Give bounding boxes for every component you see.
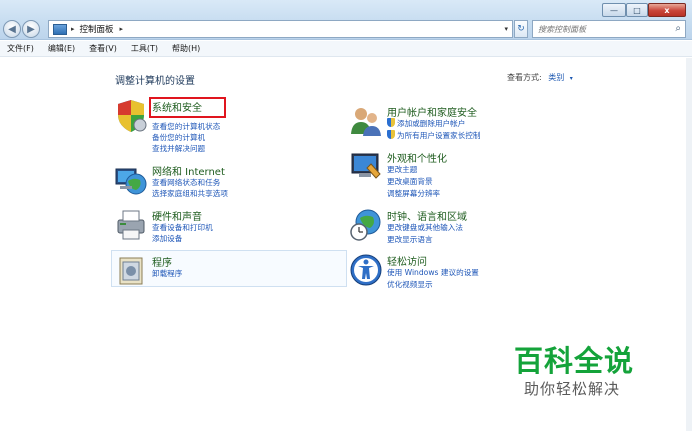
category-programs: 程序 卸载程序: [112, 254, 344, 294]
search-input[interactable]: [538, 24, 666, 34]
link-view-computer-status[interactable]: 查看您的计算机状态: [152, 121, 220, 132]
category-title[interactable]: 用户帐户和家庭安全: [387, 104, 477, 119]
watermark-logo: 百科全说: [514, 344, 635, 378]
refresh-button[interactable]: ↻: [514, 20, 528, 38]
window-controls: — □ x: [602, 3, 686, 17]
link-network-status[interactable]: 查看网络状态和任务: [152, 177, 220, 188]
users-icon: [351, 108, 381, 136]
accessibility-icon: [350, 254, 382, 286]
category-system-security: 系统和安全 查看您的计算机状态 备份您的计算机 查找并解决问题: [112, 99, 344, 153]
watermark-tagline: 助你轻松解决: [524, 380, 621, 398]
maximize-button[interactable]: □: [626, 3, 648, 17]
highlight-box: [149, 97, 226, 118]
breadcrumb-separator[interactable]: ▸: [71, 25, 75, 33]
category-hardware: 硬件和声音 查看设备和打印机 添加设备: [112, 208, 344, 248]
menu-bar: 文件(F) 编辑(E) 查看(V) 工具(T) 帮助(H): [0, 41, 692, 57]
menu-tools[interactable]: 工具(T): [131, 43, 158, 54]
category-appearance: 外观和个性化 更改主题 更改桌面背景 调整屏幕分辨率: [347, 150, 579, 198]
menu-edit[interactable]: 编辑(E): [48, 43, 75, 54]
network-globe-icon: [115, 168, 147, 195]
back-button[interactable]: ◀: [3, 20, 21, 38]
programs-box-icon: [119, 257, 143, 285]
arrow-right-icon: ▶: [27, 23, 35, 35]
clock-globe-icon: [350, 209, 381, 241]
breadcrumb-control-panel[interactable]: 控制面板: [80, 23, 114, 35]
view-by: 查看方式: 类别 ▾: [507, 72, 573, 83]
category-title[interactable]: 时钟、语言和区域: [387, 208, 467, 223]
category-user-accounts: 用户帐户和家庭安全 添加或删除用户帐户 为所有用户设置家长控制: [347, 104, 579, 144]
category-network: 网络和 Internet 查看网络状态和任务 选择家庭组和共享选项: [112, 163, 344, 203]
uac-shield-icon: [387, 130, 395, 139]
link-keyboard-input[interactable]: 更改键盘或其他输入法: [387, 222, 463, 233]
control-panel-icon: [53, 23, 67, 35]
link-recommended-settings[interactable]: 使用 Windows 建议的设置: [387, 267, 479, 278]
minimize-button[interactable]: —: [602, 3, 626, 17]
category-clock-region: 时钟、语言和区域 更改键盘或其他输入法 更改显示语言: [347, 208, 579, 248]
link-devices-printers[interactable]: 查看设备和打印机: [152, 222, 213, 233]
category-title[interactable]: 程序: [152, 254, 172, 269]
link-troubleshoot[interactable]: 查找并解决问题: [152, 143, 205, 154]
category-title[interactable]: 外观和个性化: [387, 150, 447, 165]
chevron-down-icon[interactable]: ▾: [570, 75, 573, 82]
link-backup-computer[interactable]: 备份您的计算机: [152, 132, 205, 143]
link-parental-controls[interactable]: 为所有用户设置家长控制: [387, 130, 481, 141]
breadcrumb-separator[interactable]: ▸: [120, 25, 124, 33]
menu-file[interactable]: 文件(F): [7, 43, 34, 54]
link-display-language[interactable]: 更改显示语言: [387, 234, 433, 245]
printer-icon: [117, 210, 145, 240]
link-homegroup-sharing[interactable]: 选择家庭组和共享选项: [152, 188, 228, 199]
link-add-device[interactable]: 添加设备: [152, 233, 182, 244]
category-ease-access: 轻松访问 使用 Windows 建议的设置 优化视频显示: [347, 253, 579, 293]
category-title[interactable]: 硬件和声音: [152, 208, 202, 223]
menu-view[interactable]: 查看(V): [89, 43, 117, 54]
link-optimize-video[interactable]: 优化视频显示: [387, 279, 433, 290]
address-bar[interactable]: ▸ 控制面板 ▸ ▾: [48, 20, 513, 38]
view-by-dropdown[interactable]: 类别: [548, 73, 564, 82]
category-title[interactable]: 网络和 Internet: [152, 163, 225, 178]
security-shield-icon: [118, 100, 147, 132]
forward-button[interactable]: ▶: [22, 20, 40, 38]
close-button[interactable]: x: [648, 3, 686, 17]
category-title[interactable]: 轻松访问: [387, 253, 427, 268]
arrow-left-icon: ◀: [8, 23, 16, 35]
address-dropdown-icon[interactable]: ▾: [504, 25, 508, 33]
link-label: 为所有用户设置家长控制: [397, 131, 481, 140]
link-desktop-background[interactable]: 更改桌面背景: [387, 176, 433, 187]
link-screen-resolution[interactable]: 调整屏幕分辨率: [387, 188, 440, 199]
title-bar: — □ x ◀ ▶ ▸ 控制面板 ▸ ▾ ↻ ⌕: [0, 0, 692, 40]
search-box[interactable]: ⌕: [532, 20, 686, 38]
refresh-icon: ↻: [517, 24, 525, 34]
uac-shield-icon: [387, 118, 395, 127]
page-title: 调整计算机的设置: [115, 76, 195, 87]
menu-help[interactable]: 帮助(H): [172, 43, 200, 54]
link-add-remove-accounts[interactable]: 添加或删除用户帐户: [387, 118, 465, 129]
scrollbar[interactable]: [686, 58, 692, 431]
link-change-theme[interactable]: 更改主题: [387, 164, 417, 175]
search-icon[interactable]: ⌕: [675, 23, 681, 34]
appearance-monitor-icon: [351, 153, 381, 179]
link-label: 添加或删除用户帐户: [397, 119, 466, 128]
link-uninstall-program[interactable]: 卸载程序: [152, 268, 182, 279]
view-by-label: 查看方式:: [507, 73, 542, 82]
